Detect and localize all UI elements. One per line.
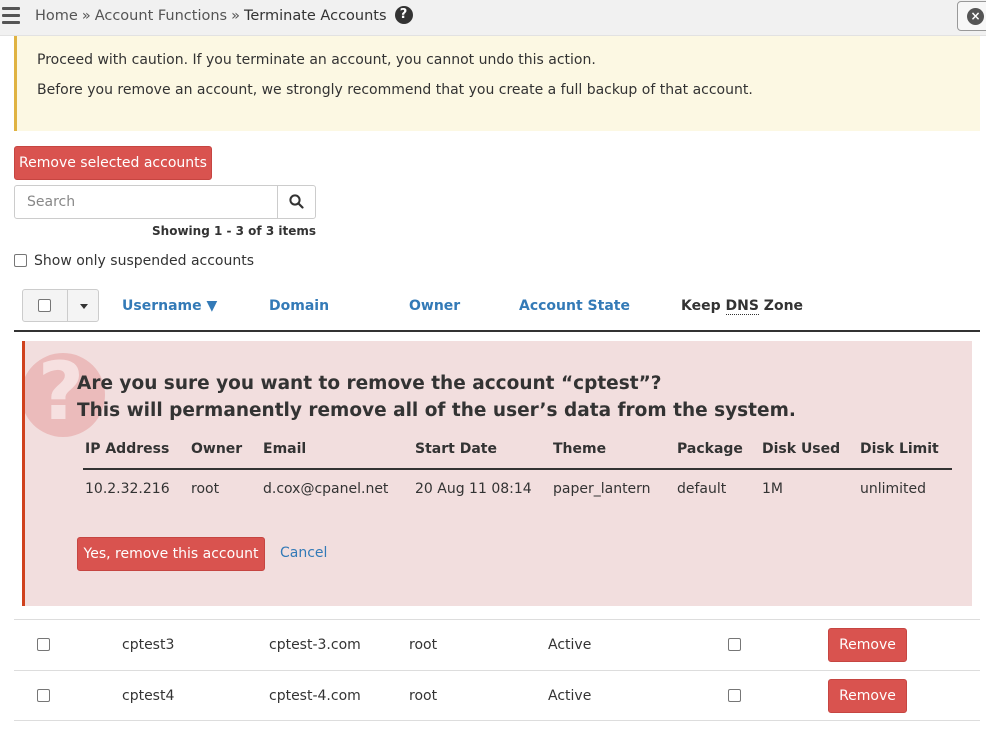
confirm-warning: This will permanently remove all of the … xyxy=(77,400,796,421)
close-icon: × xyxy=(967,8,984,25)
row-state: Active xyxy=(548,637,592,653)
detail-header-disk-used: Disk Used xyxy=(762,441,841,457)
suspended-label: Show only suspended accounts xyxy=(34,253,255,269)
detail-package: default xyxy=(677,481,727,497)
search-icon xyxy=(289,194,304,209)
keep-dns-checkbox[interactable] xyxy=(728,638,741,651)
row-domain: cptest-3.com xyxy=(269,637,361,653)
detail-email: d.cox@cpanel.net xyxy=(263,481,389,497)
search-box xyxy=(14,185,316,219)
chevron-down-icon[interactable] xyxy=(80,304,88,309)
breadcrumb-account-functions[interactable]: Account Functions xyxy=(95,8,227,24)
row-username: cptest3 xyxy=(122,637,175,653)
keep-dns-suffix: Zone xyxy=(758,298,804,314)
row-owner: root xyxy=(409,637,438,653)
detail-header-ip: IP Address xyxy=(85,441,170,457)
row-checkbox[interactable] xyxy=(37,689,50,702)
confirm-question: Are you sure you want to remove the acco… xyxy=(77,373,662,394)
remove-selected-button[interactable]: Remove selected accounts xyxy=(14,146,212,180)
row-owner: root xyxy=(409,688,438,704)
detail-header-theme: Theme xyxy=(553,441,607,457)
search-button[interactable] xyxy=(277,186,315,218)
breadcrumb-separator: » xyxy=(81,8,91,24)
row-domain: cptest-4.com xyxy=(269,688,361,704)
help-icon[interactable]: ? xyxy=(394,6,413,24)
detail-start-date: 20 Aug 11 08:14 xyxy=(415,481,532,497)
row-checkbox[interactable] xyxy=(37,638,50,651)
detail-header-email: Email xyxy=(263,441,307,457)
detail-disk-limit: unlimited xyxy=(860,481,927,497)
detail-theme: paper_lantern xyxy=(553,481,651,497)
breadcrumb-separator: » xyxy=(231,8,240,24)
page-title: Terminate Accounts xyxy=(243,8,387,24)
select-all-dropdown[interactable] xyxy=(22,289,99,322)
column-account-state[interactable]: Account State xyxy=(519,298,630,314)
column-owner[interactable]: Owner xyxy=(409,298,460,314)
caution-line-1: Proceed with caution. If you terminate a… xyxy=(37,52,596,68)
remove-confirmation-panel: ? Are you sure you want to remove the ac… xyxy=(22,341,972,606)
close-button[interactable]: × xyxy=(957,1,986,31)
suspended-checkbox[interactable] xyxy=(14,253,27,267)
suspended-filter[interactable]: Show only suspended accounts xyxy=(14,252,254,270)
detail-header-disk-limit: Disk Limit xyxy=(860,441,939,457)
keep-dns-prefix: Keep xyxy=(681,298,726,314)
caution-alert: Proceed with caution. If you terminate a… xyxy=(14,36,980,131)
paging-summary: Showing 1 - 3 of 3 items xyxy=(152,224,316,238)
search-input[interactable] xyxy=(15,186,277,218)
keep-dns-checkbox[interactable] xyxy=(728,689,741,702)
caution-line-2: Before you remove an account, we strongl… xyxy=(37,82,753,98)
column-domain[interactable]: Domain xyxy=(269,298,329,314)
confirm-remove-button[interactable]: Yes, remove this account xyxy=(77,537,265,571)
row-username: cptest4 xyxy=(122,688,175,704)
table-row: cptest4 cptest-4.com root Active Remove xyxy=(14,670,980,721)
detail-header-package: Package xyxy=(677,441,743,457)
breadcrumb: Home» Account Functions» Terminate Account… xyxy=(35,0,413,32)
dns-abbr: DNS xyxy=(725,298,759,315)
cancel-link[interactable]: Cancel xyxy=(280,545,327,561)
menu-icon[interactable] xyxy=(0,6,22,26)
question-icon: ? xyxy=(25,345,105,445)
detail-ip: 10.2.32.216 xyxy=(85,481,170,497)
detail-header-owner: Owner xyxy=(191,441,243,457)
table-header: Username ▼ Domain Owner Account State Ke… xyxy=(14,289,980,332)
breadcrumb-home[interactable]: Home xyxy=(35,8,78,24)
column-username[interactable]: Username ▼ xyxy=(122,298,217,314)
remove-button[interactable]: Remove xyxy=(828,628,907,662)
select-divider xyxy=(67,290,68,321)
details-row: 10.2.32.216 root d.cox@cpanel.net 20 Aug… xyxy=(83,481,952,501)
detail-owner: root xyxy=(191,481,220,497)
detail-header-start-date: Start Date xyxy=(415,441,497,457)
table-row: cptest3 cptest-3.com root Active Remove xyxy=(14,619,980,670)
column-keep-dns-zone: Keep DNS Zone xyxy=(681,298,804,315)
remove-button[interactable]: Remove xyxy=(828,679,907,713)
details-header: IP Address Owner Email Start Date Theme … xyxy=(83,441,952,470)
detail-disk-used: 1M xyxy=(762,481,783,497)
select-all-checkbox[interactable] xyxy=(38,299,51,312)
top-bar: Home» Account Functions» Terminate Account… xyxy=(0,0,986,36)
row-state: Active xyxy=(548,688,592,704)
